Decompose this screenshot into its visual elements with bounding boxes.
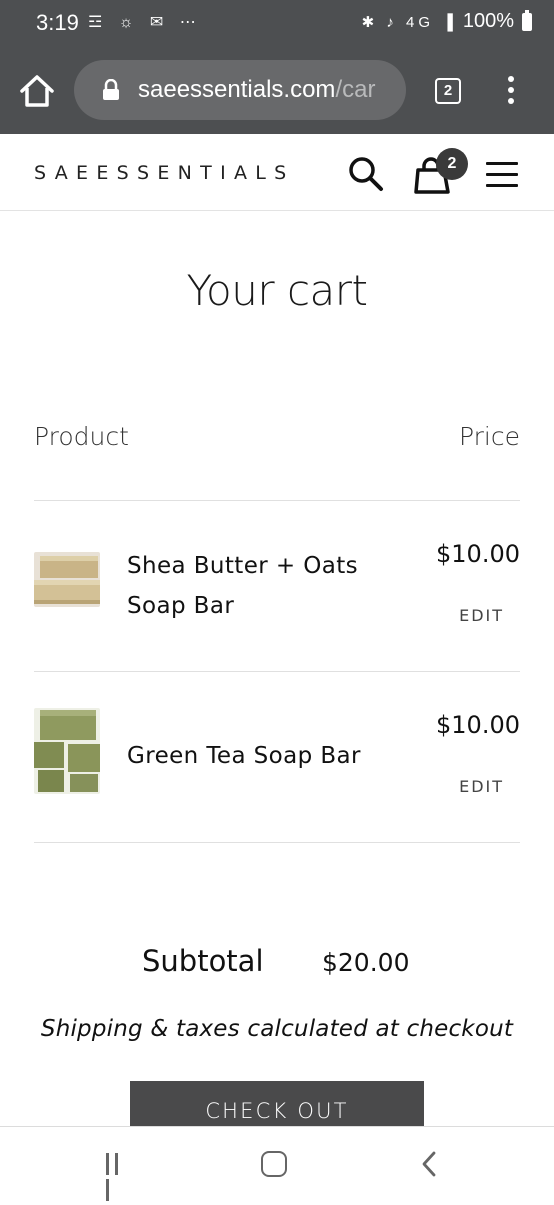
signal-icons: ✱ ♪ 4G ▐: [361, 13, 457, 31]
column-header-product: Product: [34, 422, 129, 451]
divider: [34, 500, 520, 501]
cart-count-badge: 2: [436, 148, 468, 180]
back-icon[interactable]: [418, 1149, 442, 1179]
search-icon[interactable]: [348, 156, 384, 192]
subtotal-value: $20.00: [322, 948, 410, 977]
status-time: 3:19: [36, 10, 79, 35]
cart-button[interactable]: 2: [414, 148, 470, 196]
store-logo[interactable]: SAEESSENTIALS: [34, 162, 295, 184]
divider: [34, 671, 520, 672]
home-icon[interactable]: [18, 72, 56, 110]
subtotal-label: Subtotal: [142, 944, 264, 978]
notification-icons: ☲ ☼ ✉ ⋯: [88, 14, 202, 31]
product-price: $10.00: [436, 711, 520, 739]
system-indicators: ✱ ♪ 4G ▐ 100%: [361, 9, 532, 33]
product-name[interactable]: Green Tea Soap Bar: [127, 736, 397, 776]
edit-button[interactable]: EDIT: [459, 606, 504, 625]
browser-toolbar: saeessentials.com/car 2: [0, 46, 554, 134]
battery-percent: 100%: [462, 10, 514, 32]
site-header: SAEESSENTIALS 2: [0, 134, 554, 211]
url-path: /car: [335, 76, 376, 103]
edit-button[interactable]: EDIT: [459, 777, 504, 796]
status-bar: 3:19 ☲ ☼ ✉ ⋯ ✱ ♪ 4G ▐ 100%: [0, 0, 554, 46]
menu-icon[interactable]: [486, 162, 518, 188]
url-host: saeessentials.com: [138, 76, 336, 103]
tab-switcher-button[interactable]: 2: [435, 78, 461, 104]
url-text: saeessentials.com/car: [138, 76, 375, 104]
lock-icon: [103, 79, 119, 100]
column-header-price: Price: [459, 422, 520, 451]
product-thumbnail[interactable]: [34, 708, 100, 794]
address-bar[interactable]: saeessentials.com/car: [74, 60, 406, 120]
divider: [34, 842, 520, 843]
browser-menu-icon[interactable]: [506, 76, 516, 106]
page-title: Your cart: [186, 266, 368, 315]
recent-apps-icon[interactable]: [106, 1153, 132, 1201]
shipping-note: Shipping & taxes calculated at checkout: [40, 1016, 514, 1042]
system-nav-bar: [0, 1126, 554, 1201]
home-nav-icon[interactable]: [261, 1151, 287, 1177]
product-name[interactable]: Shea Butter + Oats Soap Bar: [127, 546, 397, 626]
battery-icon: [522, 9, 532, 31]
product-price: $10.00: [436, 540, 520, 568]
product-thumbnail[interactable]: [34, 552, 100, 607]
